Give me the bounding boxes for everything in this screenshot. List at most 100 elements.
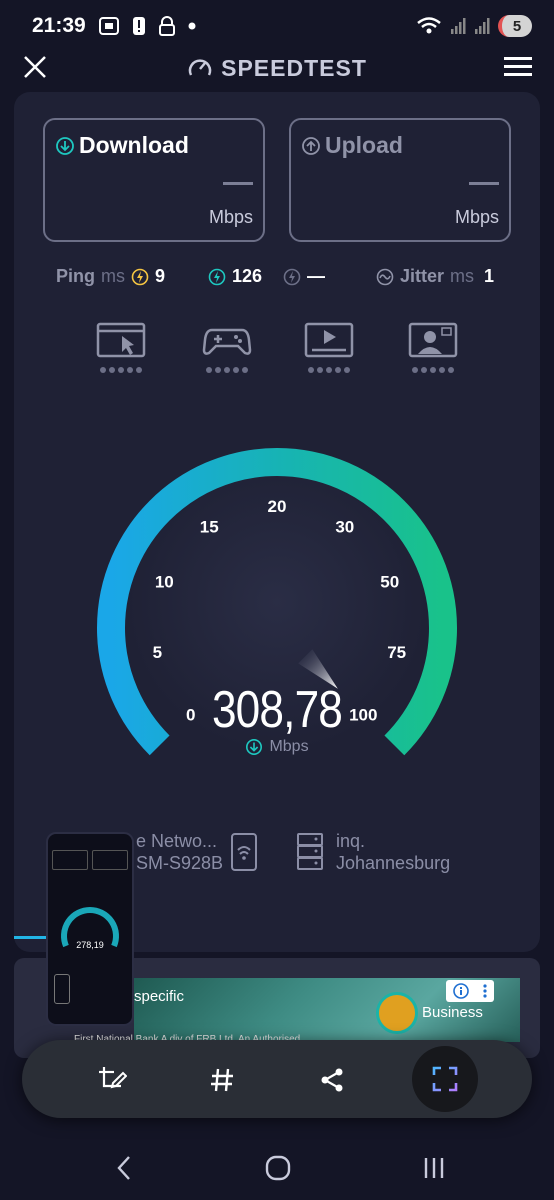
gaming-quality[interactable]	[202, 322, 252, 374]
jitter-label: Jitter	[400, 266, 445, 286]
thumb-download-box	[52, 850, 88, 870]
browsing-icon	[96, 322, 146, 358]
gauge-tick-label: 75	[387, 643, 406, 662]
phone-wifi-icon	[231, 833, 257, 871]
back-button[interactable]	[104, 1150, 144, 1186]
ping-unit: ms	[101, 266, 125, 286]
more-vertical-icon	[482, 984, 487, 998]
browsing-rating	[96, 367, 146, 373]
signal-icon	[451, 18, 466, 34]
gaming-icon	[202, 328, 252, 355]
speed-reading: 308,78	[211, 681, 343, 739]
recents-icon	[424, 1158, 444, 1178]
ad-headline: specific	[134, 988, 185, 1005]
battery-level: 5	[512, 17, 522, 35]
thumb-upload-box	[92, 850, 128, 870]
scroll-capture-button[interactable]	[412, 1046, 478, 1112]
jitter-value: 1	[484, 266, 495, 286]
status-time: 21:39	[32, 14, 86, 37]
network-info[interactable]: e Netwo... SM-S928B	[136, 830, 223, 874]
lock-wifi-icon	[158, 16, 175, 36]
info-icon	[452, 983, 469, 999]
speed-unit-row: Mbps	[0, 738, 554, 756]
gauge-tick-label: 10	[155, 572, 174, 591]
close-button[interactable]	[22, 54, 48, 85]
ad-brand-logo	[376, 992, 418, 1034]
home-icon	[265, 1155, 291, 1181]
download-unit: Mbps	[208, 207, 253, 227]
share-icon	[321, 1068, 343, 1092]
gauge-tick-label: 5	[153, 643, 162, 662]
home-button[interactable]	[258, 1150, 298, 1186]
scroll-capture-icon	[432, 1066, 458, 1092]
server-name: inq.	[336, 831, 366, 851]
download-arrow-icon	[56, 136, 74, 155]
battery-indicator: 5	[498, 15, 532, 37]
gauge-tick-label: 20	[268, 497, 287, 516]
tag-button[interactable]	[202, 1060, 242, 1100]
ping-download-icon	[208, 268, 226, 285]
share-button[interactable]	[312, 1060, 352, 1100]
recents-button[interactable]	[414, 1150, 454, 1186]
gauge-tick-label: 30	[335, 518, 354, 537]
jitter-unit: ms	[450, 266, 475, 286]
back-icon	[117, 1156, 130, 1180]
video-streaming-rating	[304, 367, 354, 373]
device-name: SM-S928B	[136, 853, 224, 873]
status-bar: 21:39 5	[0, 0, 554, 52]
ping-download-value: 126	[232, 266, 263, 286]
browsing-quality[interactable]	[96, 322, 146, 374]
ping-metric: Ping ms 9	[56, 266, 165, 287]
video-call-icon	[408, 322, 458, 358]
hamburger-icon	[504, 57, 532, 76]
upload-unit: Mbps	[454, 207, 499, 227]
upload-label: Upload	[325, 132, 403, 158]
screenshot-thumbnail[interactable]: 278,19	[46, 832, 134, 1026]
ping-label: Ping	[56, 266, 95, 286]
ad-brand-text: Business	[422, 1004, 483, 1021]
download-box: Download Mbps	[43, 118, 265, 242]
download-label: Download	[79, 132, 189, 158]
ping-upload-icon	[283, 268, 301, 285]
server-icon	[297, 833, 323, 870]
video-call-rating	[408, 367, 458, 373]
video-streaming-icon	[304, 322, 354, 358]
hashtag-icon	[211, 1068, 233, 1092]
dot-icon	[188, 22, 196, 30]
signal-roaming-icon	[475, 18, 490, 34]
ping-idle-value: 9	[155, 266, 166, 286]
alert-icon	[132, 17, 145, 35]
edit-crop-button[interactable]	[92, 1060, 132, 1100]
app-bar: SPEEDTEST	[0, 48, 554, 88]
speed-unit: Mbps	[269, 738, 309, 755]
gaming-rating	[202, 367, 252, 373]
thumb-phone	[54, 974, 70, 1004]
quality-icons-row	[0, 322, 554, 374]
ad-choices[interactable]	[446, 980, 494, 1002]
upload-box: Upload Mbps	[289, 118, 511, 242]
gauge-tick-label: 50	[380, 572, 399, 591]
ping-upload-metric: —	[283, 266, 325, 287]
gauge-tick-label: 15	[200, 518, 219, 537]
upload-arrow-icon	[302, 136, 320, 155]
menu-button[interactable]	[504, 56, 532, 83]
screenshot-icon	[98, 17, 119, 35]
metrics-row: Ping ms 9 126 — Jitter ms 1	[0, 262, 554, 292]
speedometer-icon	[188, 59, 212, 76]
upload-value	[469, 182, 499, 185]
ping-idle-icon	[131, 268, 149, 285]
video-call-quality[interactable]	[408, 322, 458, 374]
ping-upload-value: —	[307, 266, 325, 286]
jitter-icon	[376, 268, 394, 285]
app-brand: SPEEDTEST	[187, 55, 367, 82]
server-city: Johannesburg	[336, 853, 451, 873]
crop-edit-icon	[99, 1067, 127, 1089]
network-name: e Netwo...	[136, 831, 218, 851]
video-streaming-quality[interactable]	[304, 322, 354, 374]
system-nav-bar	[0, 1140, 554, 1200]
close-icon	[24, 56, 46, 78]
download-value	[223, 182, 253, 185]
thumb-reading: 278,19	[76, 940, 104, 950]
server-host[interactable]: inq. Johannesburg	[336, 830, 450, 874]
wifi-icon	[417, 17, 441, 34]
